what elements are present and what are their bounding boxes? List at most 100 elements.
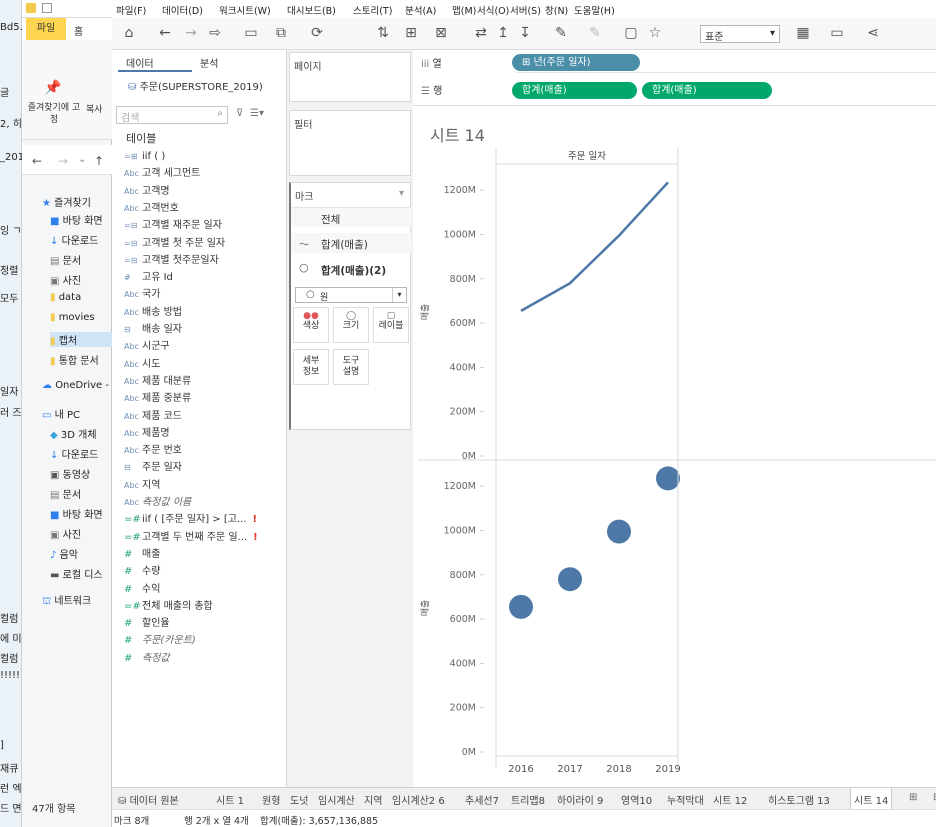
sheet-tab-0[interactable]: 시트 1 bbox=[216, 792, 244, 807]
field-11[interactable]: Abc 시군구 bbox=[124, 338, 284, 355]
sort-desc-icon[interactable]: ↧ bbox=[516, 24, 534, 42]
field-17[interactable]: Abc 주문 번호 bbox=[124, 442, 284, 459]
tooltip-button[interactable]: 도구 설명 bbox=[333, 349, 369, 385]
menu-item-8[interactable]: 서버(S) bbox=[510, 3, 541, 17]
share-icon[interactable]: ⋖ bbox=[864, 24, 882, 42]
menu-item-4[interactable]: 스토리(T) bbox=[353, 3, 392, 17]
explorer-item[interactable]: ▤ 문서 bbox=[50, 486, 81, 501]
up-arrow-icon[interactable]: ↑ bbox=[94, 154, 104, 168]
swap-rows-cols-icon[interactable]: ⇄ bbox=[472, 24, 490, 42]
pages-card[interactable]: 페이지 bbox=[289, 52, 411, 102]
sheet-tab-13[interactable]: 시트 14 bbox=[850, 788, 893, 810]
explorer-item[interactable]: ▣ 사진 bbox=[50, 272, 81, 287]
sales-line[interactable] bbox=[520, 181, 669, 312]
field-29[interactable]: # 측정값 bbox=[124, 650, 284, 667]
field-8[interactable]: Abc 국가 bbox=[124, 286, 284, 303]
redo-icon[interactable]: → bbox=[182, 24, 200, 42]
new-sheet-icon[interactable]: ▭ bbox=[242, 24, 260, 42]
field-26[interactable]: =#전체 매출의 총합 bbox=[124, 598, 284, 615]
field-21[interactable]: =#iif ( [주문 일자] > [고...! bbox=[124, 511, 284, 528]
explorer-item[interactable]: ▣ 동영상 bbox=[50, 466, 90, 481]
field-14[interactable]: Abc 제품 중분류 bbox=[124, 390, 284, 407]
swap-icon[interactable]: ⇅ bbox=[374, 24, 392, 42]
menu-item-3[interactable]: 대시보드(B) bbox=[287, 3, 336, 17]
circle-mark-2019[interactable] bbox=[656, 466, 680, 491]
field-6[interactable]: =⊟ 고객별 첫주문일자 bbox=[124, 252, 284, 269]
field-1[interactable]: Abc 고객 세그먼트 bbox=[124, 165, 284, 182]
filter-icon[interactable]: ⊽ bbox=[236, 108, 243, 119]
clear-sheet-icon[interactable]: ⊠ bbox=[432, 24, 450, 42]
forward-arrow-icon[interactable]: → bbox=[58, 154, 68, 168]
field-9[interactable]: Abc 배송 방법 bbox=[124, 304, 284, 321]
field-7[interactable]: # 고유 Id bbox=[124, 269, 284, 286]
menu-item-5[interactable]: 분석(A) bbox=[405, 3, 436, 17]
chevron-down-icon[interactable]: ⌄ bbox=[78, 154, 86, 165]
field-12[interactable]: Abc 시도 bbox=[124, 356, 284, 373]
pin-to-quick-access-button[interactable]: 즐겨찾기에 고정 bbox=[26, 102, 82, 126]
menu-item-1[interactable]: 데이터(D) bbox=[162, 3, 203, 17]
row-pill-sum-sales-1[interactable]: 합계(매출) bbox=[512, 82, 637, 99]
label-button[interactable]: ▢ 레이블 bbox=[373, 307, 409, 343]
labels-icon[interactable]: ▢ bbox=[622, 24, 640, 42]
sheet-tab-8[interactable]: 하이라이 9 bbox=[557, 792, 603, 807]
explorer-item[interactable]: ↓ 다운로드 bbox=[50, 232, 98, 247]
group-members-icon[interactable]: ✎ bbox=[586, 24, 604, 42]
tab-data[interactable]: 데이터 bbox=[126, 55, 154, 70]
mark-type-select[interactable]: ○ 원 ▾ bbox=[295, 287, 407, 303]
color-button[interactable]: ●● 색상 bbox=[293, 307, 329, 343]
field-4[interactable]: =⊟ 고객별 재주문 일자 bbox=[124, 217, 284, 234]
chevron-down-icon[interactable]: ▾ bbox=[399, 188, 404, 199]
explorer-item[interactable]: ▮ movies bbox=[50, 312, 95, 323]
sheet-tab-7[interactable]: 트리맵8 bbox=[511, 792, 545, 807]
explorer-item[interactable]: ♪ 음악 bbox=[50, 546, 78, 561]
field-22[interactable]: =#고객별 두 번째 주문 일...! bbox=[124, 529, 284, 546]
show-me-icon[interactable]: ▦ bbox=[794, 24, 812, 42]
field-27[interactable]: # 할인율 bbox=[124, 615, 284, 632]
explorer-item[interactable]: ↓ 다운로드 bbox=[50, 446, 98, 461]
field-13[interactable]: Abc 제품 대분류 bbox=[124, 373, 284, 390]
menu-item-6[interactable]: 맵(M) bbox=[452, 3, 476, 17]
field-28[interactable]: # 주문(카운트) bbox=[124, 632, 284, 649]
field-25[interactable]: # 수익 bbox=[124, 581, 284, 598]
field-15[interactable]: Abc 제품 코드 bbox=[124, 408, 284, 425]
group-icon[interactable]: ⊞ bbox=[402, 24, 420, 42]
field-10[interactable]: ⊟ 배송 일자 bbox=[124, 321, 284, 338]
menu-item-0[interactable]: 파일(F) bbox=[116, 3, 146, 17]
search-input[interactable]: 검색 ⌕ bbox=[116, 106, 228, 124]
back-arrow-icon[interactable]: ← bbox=[32, 154, 42, 168]
explorer-item[interactable]: ▮ 통합 문서 bbox=[50, 352, 99, 367]
field-19[interactable]: Abc 지역 bbox=[124, 477, 284, 494]
field-2[interactable]: Abc 고객명 bbox=[124, 183, 284, 200]
sheet-tab-11[interactable]: 시트 12 bbox=[713, 792, 747, 807]
field-3[interactable]: Abc 고객번호 bbox=[124, 200, 284, 217]
tab-file[interactable]: 파일 bbox=[26, 18, 66, 40]
sheet-tab-4[interactable]: 지역 bbox=[364, 792, 382, 807]
home-icon[interactable]: ⌂ bbox=[120, 24, 138, 42]
fit-select[interactable]: 표준 ▾ bbox=[700, 25, 780, 43]
field-24[interactable]: # 수량 bbox=[124, 563, 284, 580]
explorer-item[interactable]: ⛫ 네트워크 bbox=[42, 592, 91, 609]
year-order-date-pill[interactable]: ⊞ 년(주문 일자) bbox=[512, 54, 640, 71]
explorer-item[interactable]: ▮ data bbox=[50, 292, 81, 303]
datasource-tab[interactable]: ⛁ 데이터 원본 bbox=[118, 792, 179, 807]
menu-item-2[interactable]: 워크시트(W) bbox=[219, 3, 271, 17]
field-5[interactable]: =⊟ 고객별 첫 주문 일자 bbox=[124, 235, 284, 252]
explorer-item[interactable]: ◆ 3D 개체 bbox=[50, 426, 97, 441]
marks-all[interactable]: 전체 bbox=[291, 207, 411, 227]
copy-button[interactable]: 복사 bbox=[86, 102, 103, 115]
field-23[interactable]: # 매출 bbox=[124, 546, 284, 563]
field-16[interactable]: Abc 제품명 bbox=[124, 425, 284, 442]
detail-button[interactable]: 세부 정보 bbox=[293, 349, 329, 385]
sort-asc-icon[interactable]: ↥ bbox=[494, 24, 512, 42]
sheet-tab-6[interactable]: 추세선7 bbox=[465, 792, 499, 807]
sheet-tab-9[interactable]: 영역10 bbox=[621, 792, 652, 807]
save-icon[interactable]: ⇨ bbox=[206, 24, 224, 42]
menu-item-9[interactable]: 창(N) bbox=[545, 3, 568, 17]
menu-item-10[interactable]: 도움말(H) bbox=[574, 3, 615, 17]
sheet-tab-1[interactable]: 원형 bbox=[262, 792, 280, 807]
datasource[interactable]: ⛁ 주문(SUPERSTORE_2019) bbox=[128, 78, 263, 93]
duplicate-icon[interactable]: ⧉ bbox=[272, 24, 290, 42]
filters-card[interactable]: 필터 bbox=[289, 110, 411, 176]
tab-home[interactable]: 홈 bbox=[74, 23, 83, 38]
view-options-icon[interactable]: ☰▾ bbox=[250, 108, 264, 119]
